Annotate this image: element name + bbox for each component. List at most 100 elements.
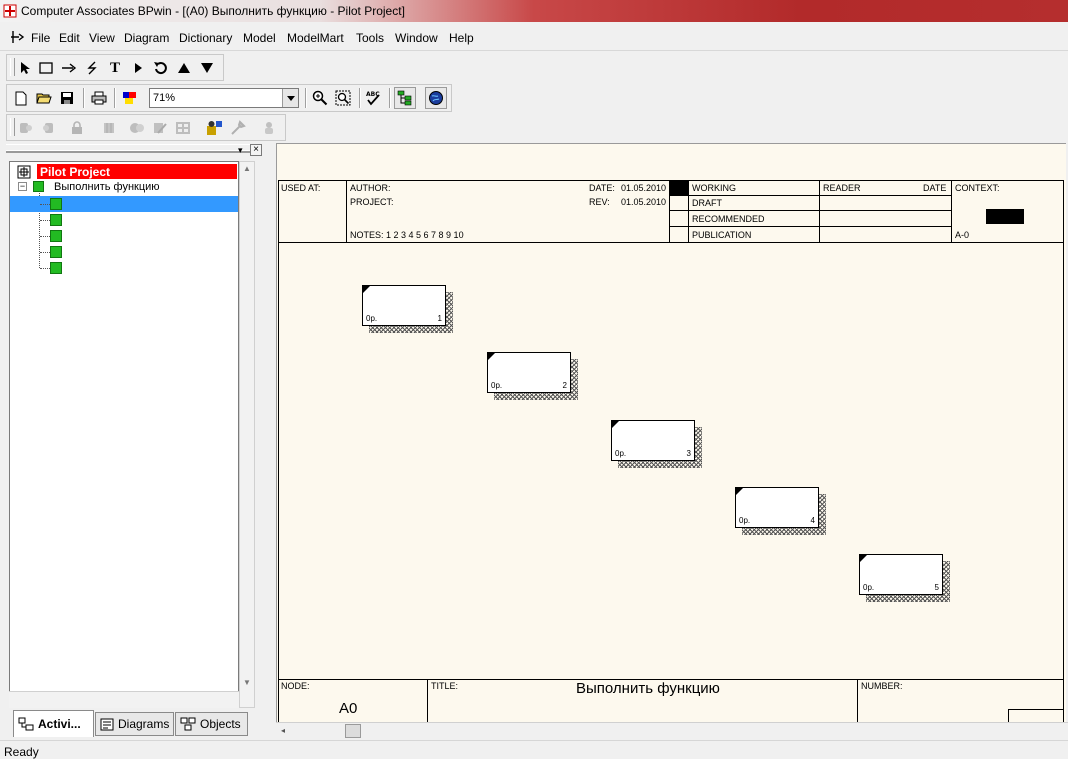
pointer-tool-icon[interactable] [16, 58, 36, 78]
activity-cost: 0р. [366, 314, 378, 323]
tab-objects[interactable]: Objects [175, 712, 248, 736]
mm-library-icon[interactable] [127, 118, 147, 138]
go-to-parent-icon[interactable] [174, 58, 194, 78]
arrow-tool-icon[interactable] [59, 58, 79, 78]
save-disk-icon[interactable] [57, 88, 77, 108]
squiggle-tool-icon[interactable] [82, 58, 102, 78]
rev-label: REV: [589, 197, 610, 207]
menu-edit[interactable]: Edit [59, 31, 80, 45]
menu-help[interactable]: Help [449, 31, 474, 45]
scroll-thumb[interactable] [345, 724, 361, 738]
spell-check-icon[interactable]: ABC [363, 88, 383, 108]
tab-activities-label: Activi... [38, 717, 81, 731]
activity-node-icon[interactable] [50, 262, 62, 274]
toolbar-grip[interactable] [10, 118, 15, 136]
working-status-marker [670, 181, 688, 195]
project-label: PROJECT: [350, 197, 394, 207]
tree-collapse-toggle[interactable]: − [18, 182, 27, 191]
mm-version-icon[interactable] [99, 118, 119, 138]
scroll-down-icon[interactable]: ▼ [243, 678, 251, 687]
menu-model[interactable]: Model [243, 31, 276, 45]
activity-node-icon [33, 181, 44, 192]
status-working: WORKING [692, 183, 736, 193]
panel-restore-icon[interactable]: ▾ [238, 145, 243, 156]
activity-node-icon[interactable] [50, 198, 62, 210]
activity-node-icon[interactable] [50, 230, 62, 242]
used-at-label: USED AT: [281, 183, 321, 193]
tree-vertical-scrollbar[interactable]: ▲ ▼ [239, 161, 255, 708]
fit-zoom-icon[interactable] [333, 88, 353, 108]
color-palette-icon[interactable] [120, 88, 140, 108]
tree-root-label: Pilot Project [40, 165, 111, 179]
toolbar-grip[interactable] [10, 58, 15, 76]
activity-box-1[interactable]: 0р. 1 [362, 285, 446, 326]
bpwin-app-icon [3, 4, 17, 18]
menu-view[interactable]: View [89, 31, 115, 45]
status-bar: Ready [0, 740, 1068, 759]
diagram-go-child-icon[interactable] [128, 58, 148, 78]
activity-node-icon[interactable] [50, 214, 62, 226]
tree-child-label[interactable]: Выполнить функцию [54, 181, 160, 193]
print-icon[interactable] [89, 88, 109, 108]
menu-bar: File Edit View Diagram Dictionary Model … [0, 24, 1068, 51]
rev-value: 01.05.2010 [621, 197, 667, 207]
activity-box-5[interactable]: 0р. 5 [859, 554, 943, 595]
activity-tree: Pilot Project − Выполнить функцию [9, 161, 239, 708]
activity-cost: 0р. [739, 516, 751, 525]
title-label: TITLE: [431, 681, 459, 691]
go-to-child-down-icon[interactable] [197, 58, 217, 78]
chevron-down-icon[interactable] [282, 89, 298, 107]
activities-tab-icon [18, 717, 34, 731]
author-label: AUTHOR: [350, 183, 391, 193]
tab-activities[interactable]: Activi... [13, 710, 94, 737]
mm-security-icon[interactable] [205, 118, 225, 138]
activity-box-3[interactable]: 0р. 3 [611, 420, 695, 461]
mm-grid-icon[interactable] [173, 118, 193, 138]
diagram-title: Выполнить функцию [576, 680, 720, 697]
menu-dictionary[interactable]: Dictionary [179, 31, 232, 45]
panel-close-icon[interactable]: × [250, 144, 262, 156]
mm-users-icon[interactable] [259, 118, 279, 138]
canvas-horizontal-scrollbar[interactable]: ◂ [276, 722, 1068, 739]
activity-box-2[interactable]: 0р. 2 [487, 352, 571, 393]
menu-file[interactable]: File [31, 31, 50, 45]
panel-grip-2[interactable] [6, 150, 250, 153]
open-folder-icon[interactable] [34, 88, 54, 108]
mm-tools-icon[interactable] [228, 118, 248, 138]
activity-box-tool-icon[interactable] [36, 58, 56, 78]
activity-node-icon[interactable] [50, 246, 62, 258]
activity-box-4[interactable]: 0р. 4 [735, 487, 819, 528]
tree-root-item[interactable]: Pilot Project [37, 164, 237, 179]
menu-diagram[interactable]: Diagram [124, 31, 169, 45]
mm-disconnect-icon[interactable] [39, 118, 59, 138]
new-document-icon[interactable] [11, 88, 31, 108]
modelmart-globe-icon[interactable] [425, 87, 447, 109]
title-bar: Computer Associates BPwin - [(A0) Выполн… [0, 0, 1068, 22]
footer-number-box [1008, 709, 1064, 722]
mdi-child-icon[interactable] [10, 30, 26, 44]
tree-horizontal-scrollbar[interactable] [9, 691, 239, 708]
diagram-canvas[interactable]: USED AT: AUTHOR: PROJECT: NOTES: 1 2 3 4… [276, 143, 1066, 722]
activity-number: 2 [562, 381, 567, 390]
menu-tools[interactable]: Tools [356, 31, 384, 45]
scroll-up-icon[interactable]: ▲ [243, 164, 251, 173]
model-explorer-toggle-icon[interactable] [394, 87, 416, 109]
reader-label: READER [823, 183, 861, 193]
mm-connect-icon[interactable] [16, 118, 36, 138]
tab-diagrams[interactable]: Diagrams [95, 712, 174, 736]
number-label: NUMBER: [861, 681, 903, 691]
lock-icon[interactable] [67, 118, 87, 138]
standard-toolbar: 71% ABC [6, 84, 452, 112]
zoom-in-icon[interactable] [310, 88, 330, 108]
zoom-select[interactable]: 71% [149, 88, 299, 108]
activity-number: 5 [934, 583, 939, 592]
context-label: CONTEXT: [955, 183, 1000, 193]
status-text: Ready [4, 745, 39, 759]
tree-line [40, 204, 50, 205]
text-tool-icon[interactable]: T [105, 58, 125, 78]
go-to-sibling-icon[interactable] [151, 58, 171, 78]
mm-merge-icon[interactable] [150, 118, 170, 138]
menu-modelmart[interactable]: ModelMart [287, 31, 344, 45]
scroll-left-icon[interactable]: ◂ [281, 726, 285, 735]
menu-window[interactable]: Window [395, 31, 438, 45]
